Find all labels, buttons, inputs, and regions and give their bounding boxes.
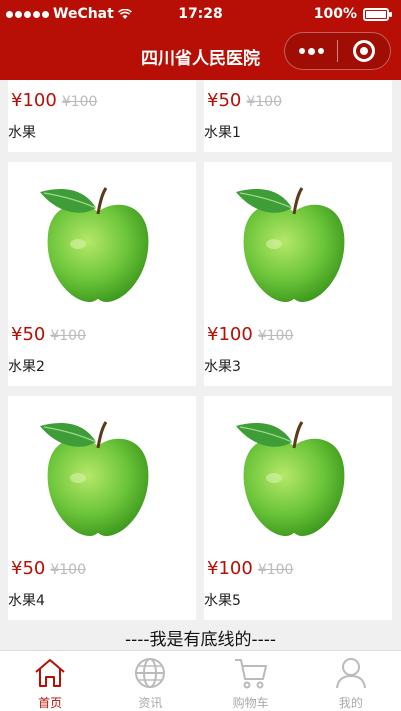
battery-percent: 100%	[313, 6, 357, 22]
more-button[interactable]	[285, 47, 337, 55]
product-original-price: ¥100	[257, 562, 294, 578]
cart-icon	[234, 659, 267, 689]
product-name: 水果2	[8, 359, 45, 375]
tab-label: 我的	[338, 696, 363, 710]
tab-label: 资讯	[138, 696, 163, 710]
tab-bar: 首页 资讯 购物车 我的	[0, 650, 401, 711]
product-name: 水果	[8, 125, 36, 141]
product-original-price: ¥100	[50, 562, 86, 578]
apple-image	[40, 421, 149, 536]
product-card[interactable]: ¥100 ¥100 水果3	[204, 162, 392, 386]
product-card[interactable]: ¥100 ¥100 水果	[8, 80, 196, 152]
product-original-price: ¥100	[61, 94, 98, 110]
apple-image	[40, 187, 149, 302]
navigation-bar: 四川省人民医院	[0, 30, 401, 80]
battery-icon	[363, 7, 392, 21]
tab-news[interactable]: 资讯	[100, 651, 200, 711]
home-icon	[35, 659, 65, 687]
tab-label: 首页	[38, 696, 63, 710]
product-price: ¥100	[207, 324, 253, 345]
end-of-list-text: ----我是有底线的----	[124, 630, 277, 650]
product-original-price: ¥100	[257, 328, 294, 344]
product-original-price: ¥100	[50, 328, 86, 344]
product-name: 水果3	[204, 359, 241, 375]
tab-home[interactable]: 首页	[0, 651, 100, 711]
globe-icon	[135, 658, 166, 688]
mini-program-capsule	[284, 32, 391, 70]
battery-status: 100%	[313, 6, 392, 22]
product-price: ¥100	[207, 558, 253, 579]
product-list: ¥100 ¥100 水果 ¥50 ¥100 水果1 ¥50 ¥100 水果2 ¥…	[0, 80, 401, 650]
tab-cart[interactable]: 购物车	[201, 651, 301, 711]
product-price: ¥50	[11, 324, 46, 345]
product-price: ¥50	[11, 558, 46, 579]
product-card[interactable]: ¥100 ¥100 水果5	[204, 396, 392, 620]
product-card[interactable]: ¥50 ¥100 水果2	[8, 162, 196, 386]
tab-label: 购物车	[232, 696, 269, 710]
product-price: ¥100	[11, 90, 57, 111]
product-price: ¥50	[207, 90, 242, 111]
product-card[interactable]: ¥50 ¥100 水果1	[204, 80, 392, 152]
product-name: 水果1	[204, 125, 241, 141]
user-icon	[335, 658, 366, 689]
tab-profile[interactable]: 我的	[301, 651, 401, 711]
close-button[interactable]	[338, 40, 390, 62]
product-original-price: ¥100	[246, 94, 282, 110]
product-card[interactable]: ¥50 ¥100 水果4	[8, 396, 196, 620]
close-icon	[353, 40, 375, 62]
apple-image	[236, 421, 345, 536]
apple-image	[236, 187, 345, 302]
status-bar: WeChat 17:28 100%	[0, 0, 401, 30]
product-name: 水果5	[204, 593, 241, 609]
product-name: 水果4	[8, 593, 45, 609]
